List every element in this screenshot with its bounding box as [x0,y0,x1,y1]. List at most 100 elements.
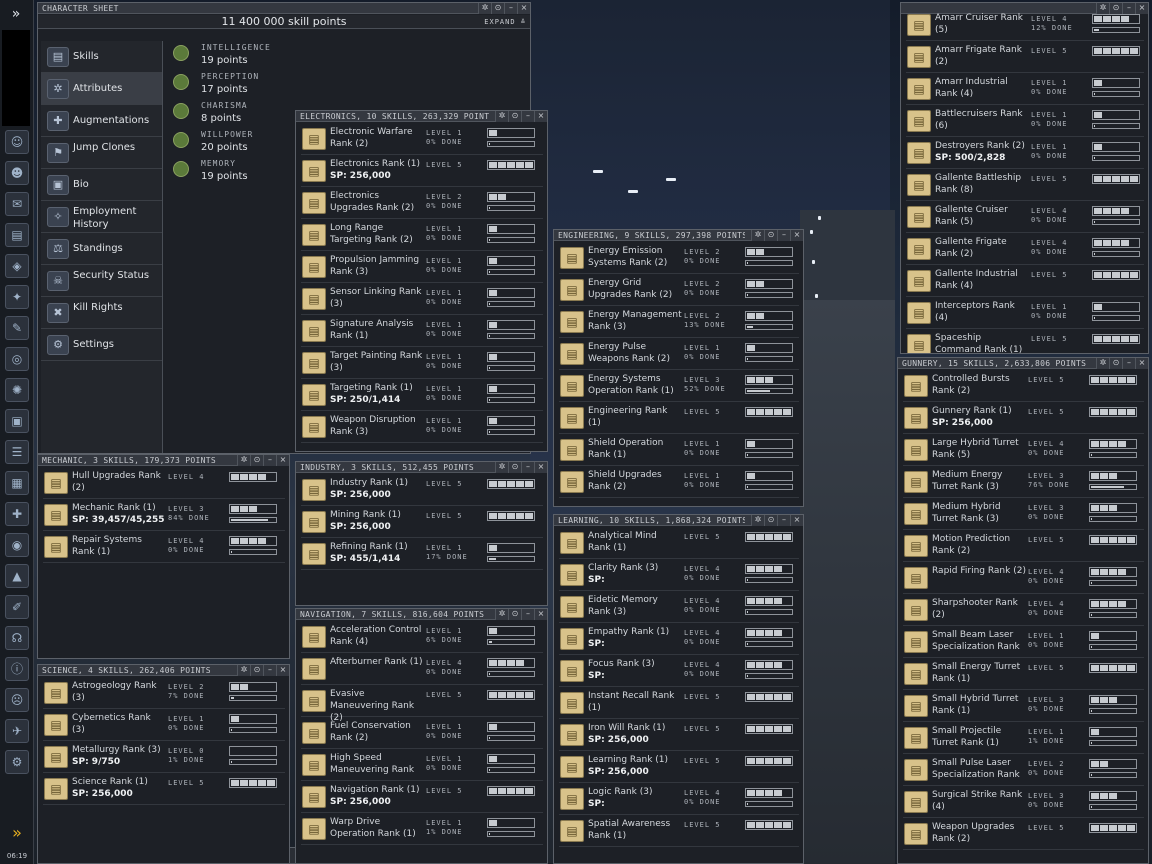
skill-row[interactable]: ▤ Acceleration Control Rank (4) LEVEL 1 6% … [301,621,543,653]
skill-row[interactable]: ▤ Instant Recall Rank (1) LEVEL 5 [559,687,799,719]
settings-icon[interactable]: ⊙ [508,462,521,473]
minimize-icon[interactable]: – [777,515,790,526]
skill-row[interactable]: ▤ Iron Will Rank (1) SP: 256,000 LEVEL 5 [559,719,799,751]
skill-row[interactable]: ▤ Weapon Disruption Rank (3) LEVEL 1 0% DON… [301,411,543,443]
close-icon[interactable]: × [276,665,289,676]
market-icon[interactable]: ◈ [5,254,29,278]
skill-row[interactable]: ▤ Amarr Cruiser Rank (5) LEVEL 4 12% DONE [906,9,1144,41]
expand-button[interactable]: EXPAND ≚ [484,18,526,26]
skill-row[interactable]: ▤ Large Hybrid Turret Rank (5) LEVEL 4 0% D… [903,434,1144,466]
nav-item-skills[interactable]: ▤ Skills [41,41,162,73]
skill-row[interactable]: ▤ Targeting Rank (1) SP: 250/1,414 LEVEL 10… [301,379,543,411]
contracts-icon[interactable]: ✐ [5,595,29,619]
portrait-icon[interactable]: ☹ [5,688,29,712]
skill-row[interactable]: ▤ Rapid Firing Rank (2) LEVEL 4 0% DONE [903,562,1144,594]
skill-row[interactable]: ▤ Evasive Maneuvering Rank (2) LEVEL 5 [301,685,543,723]
skill-row[interactable]: ▤ Hull Upgrades Rank (2) LEVEL 4 [43,467,285,499]
nav-item-augmentations[interactable]: ✚ Augmentations [41,105,162,137]
skill-row[interactable]: ▤ Industry Rank (1) SP: 256,000 LEVEL 5 [301,474,543,506]
skill-row[interactable]: ▤ Weapon Upgrades Rank (2) LEVEL 5 [903,818,1144,850]
skill-row[interactable]: ▤ Sharpshooter Rank (2) LEVEL 4 0% DONE [903,594,1144,626]
close-icon[interactable]: × [517,3,530,14]
skill-row[interactable]: ▤ Navigation Rank (1) SP: 256,000 LEVEL 5 [301,781,543,813]
skill-row[interactable]: ▤ Gunnery Rank (1) SP: 256,000 LEVEL 5 [903,402,1144,434]
skill-row[interactable]: ▤ Small Projectile Turret Rank (1) LEVEL 1… [903,722,1144,754]
skill-row[interactable]: ▤ Sensor Linking Rank (3) LEVEL 1 0% DONE [301,283,543,315]
skill-row[interactable]: ▤ Small Hybrid Turret Rank (1) LEVEL 3 0% D… [903,690,1144,722]
nav-item-bio[interactable]: ▣ Bio [41,169,162,201]
skill-row[interactable]: ▤ Clarity Rank (3) SP: LEVEL 4 0% DONE [559,559,799,591]
nav-item-employment-history[interactable]: ✧ Employment History [41,201,162,233]
journal-icon[interactable]: ✎ [5,316,29,340]
skill-row[interactable]: ▤ Small Beam Laser Specialization Rank LEV… [903,626,1144,658]
close-icon[interactable]: × [534,609,547,620]
skill-row[interactable]: ▤ Signature Analysis Rank (1) LEVEL 1 0% DO… [301,315,543,347]
skill-row[interactable]: ▤ Battlecruisers Rank (6) LEVEL 1 0% DONE [906,105,1144,137]
minimize-icon[interactable]: – [1122,358,1135,369]
settings-icon[interactable]: ⊙ [764,230,777,241]
close-icon[interactable]: × [1135,358,1148,369]
skill-row[interactable]: ▤ Energy Management Rank (3) LEVEL 2 13% DO… [559,306,799,338]
skill-row[interactable]: ▤ Amarr Industrial Rank (4) LEVEL 1 0% DONE [906,73,1144,105]
chat-icon[interactable]: ◉ [5,533,29,557]
people-icon[interactable]: ☰ [5,440,29,464]
skill-row[interactable]: ▤ Propulsion Jamming Rank (3) LEVEL 1 0% DO… [301,251,543,283]
skill-row[interactable]: ▤ Electronic Warfare Rank (2) LEVEL 1 0% DO… [301,123,543,155]
skill-row[interactable]: ▤ Afterburner Rank (1) LEVEL 4 0% DONE [301,653,543,685]
close-icon[interactable]: × [790,230,803,241]
minimize-icon[interactable]: – [521,462,534,473]
pin-icon[interactable]: ✲ [478,3,491,14]
skill-row[interactable]: ▤ Controlled Bursts Rank (2) LEVEL 5 [903,370,1144,402]
close-icon[interactable]: × [534,462,547,473]
skill-row[interactable]: ▤ Science Rank (1) SP: 256,000 LEVEL 5 [43,773,285,805]
skill-row[interactable]: ▤ Spatial Awareness Rank (1) LEVEL 5 [559,815,799,847]
pin-icon[interactable]: ✲ [237,665,250,676]
skill-row[interactable]: ▤ Energy Emission Systems Rank (2) LEVEL 2… [559,242,799,274]
minimize-icon[interactable]: – [521,609,534,620]
nav-item-standings[interactable]: ⚖ Standings [41,233,162,265]
skill-row[interactable]: ▤ Analytical Mind Rank (1) LEVEL 5 [559,527,799,559]
settings-icon[interactable]: ⊙ [508,111,521,122]
skill-row[interactable]: ▤ Engineering Rank (1) LEVEL 5 [559,402,799,434]
notepad-icon[interactable]: ▤ [5,223,29,247]
skill-row[interactable]: ▤ Small Pulse Laser Specialization Rank LE… [903,754,1144,786]
menu-chevron-icon[interactable]: » [4,4,28,24]
skill-row[interactable]: ▤ Eidetic Memory Rank (3) LEVEL 4 0% DONE [559,591,799,623]
skill-row[interactable]: ▤ Amarr Frigate Rank (2) LEVEL 5 [906,41,1144,73]
nav-item-kill-rights[interactable]: ✖ Kill Rights [41,297,162,329]
skill-row[interactable]: ▤ Destroyers Rank (2) SP: 500/2,828 LEVEL 1… [906,137,1144,169]
skill-row[interactable]: ▤ Electronics Upgrades Rank (2) LEVEL 2 0% … [301,187,543,219]
skill-row[interactable]: ▤ Cybernetics Rank (3) LEVEL 1 0% DONE [43,709,285,741]
skill-row[interactable]: ▤ High Speed Maneuvering Rank LEVEL 1 0% DO… [301,749,543,781]
minimize-icon[interactable]: – [504,3,517,14]
skill-row[interactable]: ▤ Small Energy Turret Rank (1) LEVEL 5 [903,658,1144,690]
skill-row[interactable]: ▤ Energy Systems Operation Rank (1) LEVEL … [559,370,799,402]
mail-icon[interactable]: ✉ [5,192,29,216]
skill-row[interactable]: ▤ Surgical Strike Rank (4) LEVEL 3 0% DONE [903,786,1144,818]
close-icon[interactable]: × [276,455,289,466]
ship-icon[interactable]: ✈ [5,719,29,743]
skill-row[interactable]: ▤ Fuel Conservation Rank (2) LEVEL 1 0% DON… [301,717,543,749]
close-icon[interactable]: × [790,515,803,526]
skill-row[interactable]: ▤ Empathy Rank (1) SP: LEVEL 4 0% DONE [559,623,799,655]
station-icon[interactable]: ▲ [5,564,29,588]
settings-icon[interactable]: ⊙ [250,455,263,466]
minimize-icon[interactable]: – [777,230,790,241]
skill-row[interactable]: ▤ Gallente Cruiser Rank (5) LEVEL 4 0% DONE [906,201,1144,233]
skill-row[interactable]: ▤ Mechanic Rank (1) SP: 39,457/45,255 LEVEL… [43,499,285,531]
nav-item-settings[interactable]: ⚙ Settings [41,329,162,361]
skill-row[interactable]: ▤ Energy Pulse Weapons Rank (2) LEVEL 1 0% … [559,338,799,370]
skill-row[interactable]: ▤ Refining Rank (1) SP: 455/1,414 LEVEL 1 17… [301,538,543,570]
skill-row[interactable]: ▤ Medium Energy Turret Rank (3) LEVEL 3 76%… [903,466,1144,498]
skill-row[interactable]: ▤ Shield Upgrades Rank (2) LEVEL 1 0% DONE [559,466,799,498]
settings-icon[interactable]: ⊙ [508,609,521,620]
pin-icon[interactable]: ✲ [751,230,764,241]
calculator-icon[interactable]: ▦ [5,471,29,495]
help-icon[interactable]: ✚ [5,502,29,526]
skill-row[interactable]: ▤ Metallurgy Rank (3) SP: 9/750 LEVEL 0 1% D… [43,741,285,773]
minimize-icon[interactable]: – [263,665,276,676]
skill-row[interactable]: ▤ Target Painting Rank (3) LEVEL 1 0% DONE [301,347,543,379]
skill-row[interactable]: ▤ Astrogeology Rank (3) LEVEL 2 7% DONE [43,677,285,709]
minimize-icon[interactable]: – [521,111,534,122]
settings-icon[interactable]: ⊙ [1109,358,1122,369]
